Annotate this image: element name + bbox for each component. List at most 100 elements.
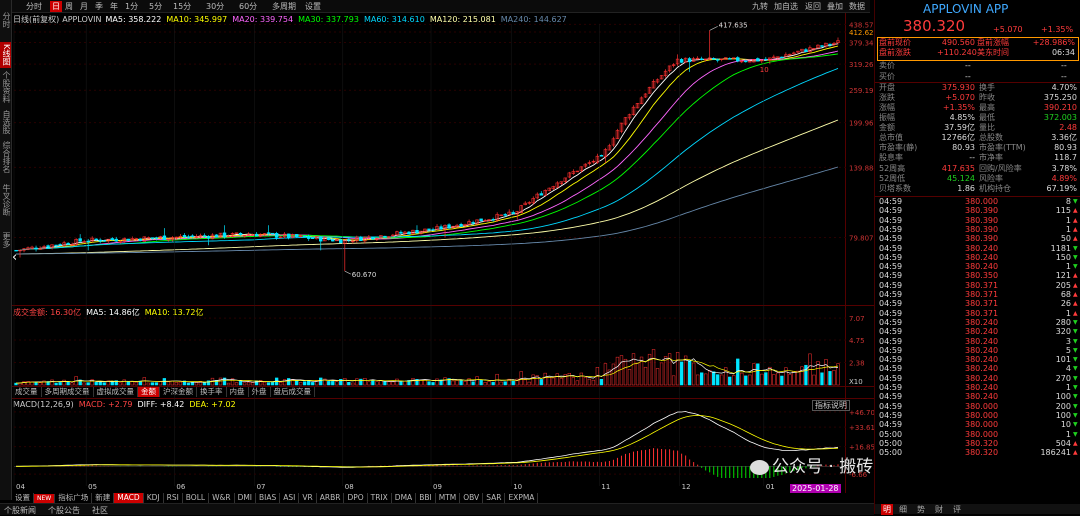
stat-label-2: 量比 bbox=[979, 123, 995, 132]
volume-bar bbox=[122, 379, 126, 386]
month-label: 04 bbox=[16, 483, 25, 491]
volume-bar bbox=[54, 382, 58, 386]
stock-name: APPLOVIN APP bbox=[923, 2, 1009, 16]
volume-bar bbox=[732, 375, 736, 386]
macd-tick-label: +16.85 bbox=[849, 444, 874, 452]
quote-tab-1[interactable]: 细 bbox=[899, 504, 907, 515]
stat-label: 52周高 bbox=[879, 163, 906, 173]
chevron-left-icon[interactable]: ‹ bbox=[12, 250, 24, 266]
volume-bar bbox=[262, 381, 267, 386]
volume-bar bbox=[38, 382, 42, 386]
volume-bar bbox=[800, 366, 804, 386]
high-annotation: 417.635 bbox=[719, 21, 748, 29]
stat-row: 52周高 417.635 回购/风险率 3.78% bbox=[875, 164, 1080, 174]
volume-bar bbox=[700, 372, 704, 386]
stat-value-2: 390.210 bbox=[1043, 103, 1077, 112]
volume-bar bbox=[531, 374, 535, 386]
candle-body bbox=[447, 224, 451, 229]
change-value: +5.070 bbox=[993, 25, 1023, 34]
stat-label-2: 昨收 bbox=[979, 93, 995, 102]
indicator-button-0[interactable]: 设置 bbox=[12, 493, 34, 503]
stat-value: 37.59亿 bbox=[944, 123, 975, 132]
volume-bar bbox=[772, 374, 776, 386]
candle-body bbox=[728, 58, 732, 60]
volume-bar bbox=[631, 353, 636, 386]
volume-bar bbox=[134, 381, 138, 386]
volume-bar bbox=[539, 379, 543, 386]
candle-body bbox=[274, 233, 279, 238]
volume-bar bbox=[331, 381, 335, 386]
stat-value: +5.070 bbox=[945, 93, 975, 102]
candle-body bbox=[286, 233, 291, 238]
volume-bar bbox=[226, 382, 231, 386]
volume-bar bbox=[126, 381, 130, 386]
indicator-button-6[interactable]: RSI bbox=[164, 493, 183, 503]
candle-body bbox=[254, 233, 259, 237]
volume-bar bbox=[270, 382, 275, 386]
indicator-button-19[interactable]: OBV bbox=[460, 493, 484, 503]
candle-body bbox=[780, 56, 784, 59]
volume-bar bbox=[764, 372, 768, 386]
stat-value-2: 4.89% bbox=[1051, 173, 1077, 183]
candle-body bbox=[114, 238, 118, 242]
volume-bar bbox=[443, 377, 447, 386]
bidask-row: 买价 -- -- bbox=[875, 72, 1080, 82]
volume-bar bbox=[756, 363, 760, 386]
candle-body bbox=[479, 218, 483, 222]
candle-body bbox=[54, 244, 58, 247]
candle-body bbox=[804, 49, 808, 52]
stat-value: -- bbox=[969, 153, 975, 162]
bottom-tab-2[interactable]: 社区 bbox=[92, 505, 108, 516]
bidask-price: -- bbox=[965, 72, 971, 81]
volume-bar bbox=[828, 371, 832, 386]
indicator-button-14[interactable]: DPO bbox=[344, 493, 368, 503]
bottom-tab-0[interactable]: 个股新闻 bbox=[4, 505, 36, 516]
volume-bar bbox=[491, 381, 495, 386]
indicator-button-17[interactable]: BBI bbox=[416, 493, 436, 503]
bottom-tab-1[interactable]: 个股公告 bbox=[48, 505, 80, 516]
stat-value-2: 375.250 bbox=[1043, 93, 1077, 102]
indicator-button-15[interactable]: TRIX bbox=[368, 493, 392, 503]
volume-bar bbox=[567, 372, 571, 386]
indicator-button-20[interactable]: SAR bbox=[483, 493, 506, 503]
quote-tab-0[interactable]: 明 bbox=[881, 504, 893, 515]
month-label: 11 bbox=[601, 483, 610, 491]
stat-row: 52周低 45.124 风险率 4.89% bbox=[875, 174, 1080, 184]
volume-bar bbox=[170, 380, 175, 386]
trade-direction-icon: ▲ bbox=[1073, 449, 1078, 457]
quote-tab-3[interactable]: 财 bbox=[935, 504, 943, 515]
volume-bar bbox=[760, 373, 764, 386]
indicator-button-11[interactable]: ASI bbox=[280, 493, 300, 503]
candle-body bbox=[186, 236, 191, 238]
candle-body bbox=[190, 235, 195, 237]
stat-label: 股息率 bbox=[879, 153, 903, 162]
stat-value-2: 3.36亿 bbox=[1051, 133, 1077, 142]
stat-label-2: 最高 bbox=[979, 103, 995, 112]
stat-value: 375.930 bbox=[941, 83, 975, 92]
indicator-button-18[interactable]: MTM bbox=[436, 493, 461, 503]
stat-label-2: 风险率 bbox=[979, 173, 1003, 183]
candle-body bbox=[491, 219, 495, 221]
indicator-button-21[interactable]: EXPMA bbox=[505, 493, 539, 503]
vol-tick-label: 7.07 bbox=[849, 315, 865, 323]
indicator-button-2[interactable]: 指标广场 bbox=[55, 493, 93, 503]
quote-tab-4[interactable]: 评 bbox=[953, 504, 961, 515]
indicator-button-5[interactable]: KDJ bbox=[144, 493, 164, 503]
indicator-button-16[interactable]: DMA bbox=[392, 493, 417, 503]
indicator-button-3[interactable]: 新建 bbox=[92, 493, 115, 503]
indicator-button-7[interactable]: BOLL bbox=[183, 493, 210, 503]
indicator-button-8[interactable]: W&R bbox=[209, 493, 235, 503]
candle-body bbox=[98, 239, 102, 242]
volume-bar bbox=[479, 379, 483, 386]
volume-bar bbox=[687, 360, 692, 386]
ma-line-ma20 bbox=[15, 50, 839, 251]
volume-bar bbox=[623, 358, 628, 386]
indicator-button-9[interactable]: DMI bbox=[235, 493, 257, 503]
month-label: 05 bbox=[88, 483, 97, 491]
indicator-button-13[interactable]: ARBR bbox=[317, 493, 345, 503]
indicator-button-10[interactable]: BIAS bbox=[256, 493, 281, 503]
quote-tab-2[interactable]: 势 bbox=[917, 504, 925, 515]
indicator-button-4[interactable]: MACD bbox=[114, 493, 144, 503]
volume-bar bbox=[651, 349, 656, 386]
indicator-button-12[interactable]: VR bbox=[299, 493, 317, 503]
